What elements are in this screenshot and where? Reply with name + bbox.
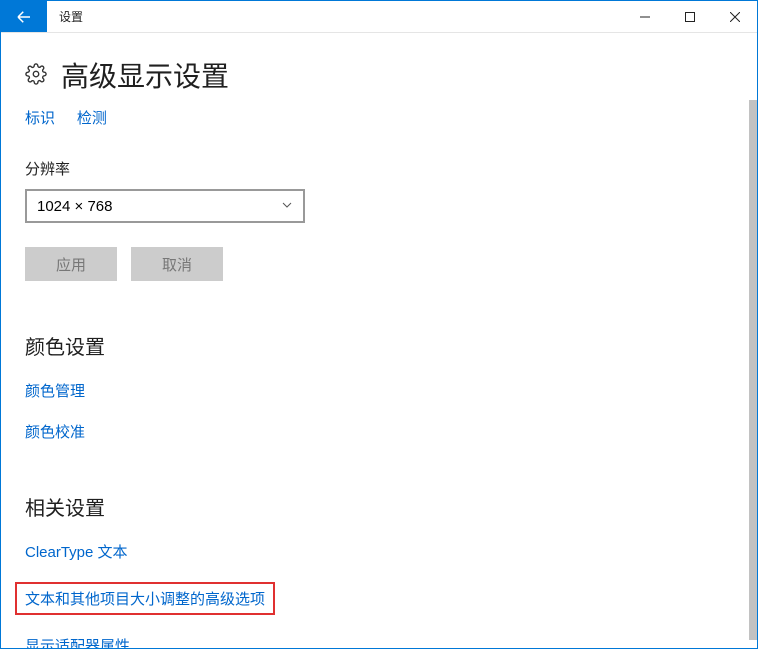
resolution-label: 分辨率 [25,158,733,179]
page-header: 高级显示设置 [25,55,733,95]
highlight-box: 文本和其他项目大小调整的高级选项 [15,582,275,615]
related-links: ClearType 文本 文本和其他项目大小调整的高级选项 显示适配器属性 [25,541,733,648]
identify-link[interactable]: 标识 [25,110,55,127]
cancel-button: 取消 [131,247,223,281]
display-action-links: 标识 检测 [25,107,733,128]
detect-link[interactable]: 检测 [77,110,107,127]
cleartype-link[interactable]: ClearType 文本 [25,544,128,561]
gear-icon [25,63,47,88]
titlebar: 设置 [1,1,757,33]
resolution-value: 1024 × 768 [37,198,113,215]
close-icon [730,12,740,22]
scrollbar-thumb[interactable] [749,100,757,640]
color-calibration-link[interactable]: 颜色校准 [25,424,85,441]
apply-button: 应用 [25,247,117,281]
minimize-icon [640,12,650,22]
advanced-sizing-link[interactable]: 文本和其他项目大小调整的高级选项 [25,591,265,608]
arrow-left-icon [15,8,33,26]
back-button[interactable] [1,1,47,32]
minimize-button[interactable] [622,1,667,32]
chevron-down-icon [281,198,293,215]
color-section-title: 颜色设置 [25,331,733,360]
content-area: 高级显示设置 标识 检测 分辨率 1024 × 768 应用 取消 颜色设置 颜… [1,33,757,648]
button-row: 应用 取消 [25,247,733,281]
titlebar-spacer [95,1,622,32]
page-title: 高级显示设置 [61,55,229,95]
close-button[interactable] [712,1,757,32]
related-section-title: 相关设置 [25,492,733,521]
maximize-button[interactable] [667,1,712,32]
color-links: 颜色管理 颜色校准 [25,380,733,442]
window-title: 设置 [47,1,95,32]
resolution-dropdown[interactable]: 1024 × 768 [25,189,305,223]
color-management-link[interactable]: 颜色管理 [25,383,85,400]
maximize-icon [685,12,695,22]
scrollbar-track[interactable] [745,33,757,648]
adapter-properties-link[interactable]: 显示适配器属性 [25,638,130,648]
